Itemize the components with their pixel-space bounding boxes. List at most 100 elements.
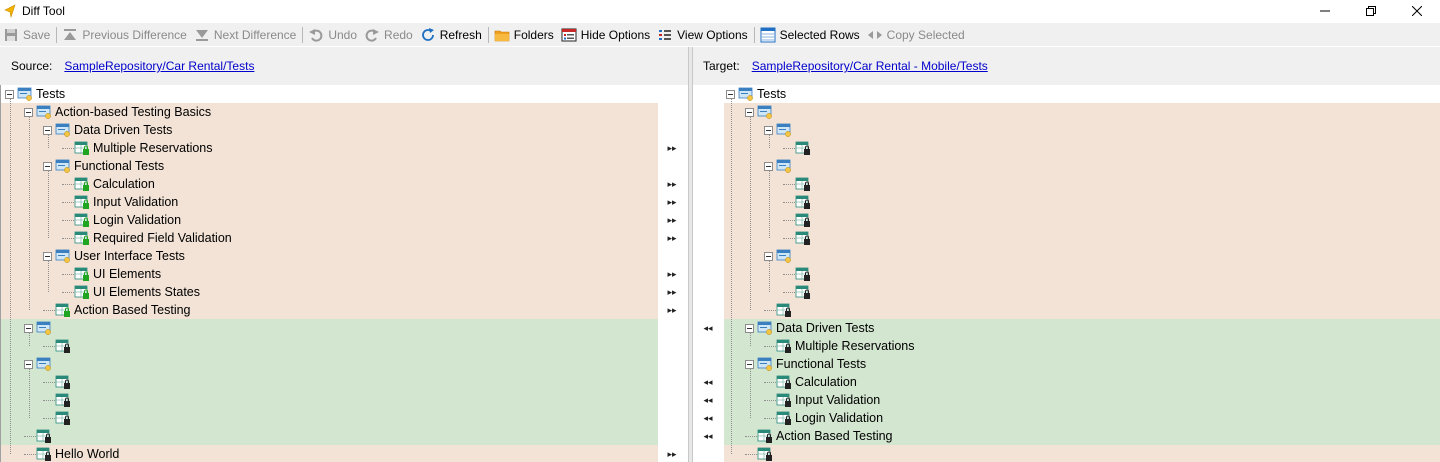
collapse-toggle-icon[interactable]	[764, 125, 773, 135]
tree-node-label: Calculation	[93, 177, 155, 191]
collapse-toggle-icon[interactable]	[43, 161, 52, 171]
copy-to-source-arrow-icon[interactable]: ◂◂	[701, 319, 715, 337]
tree-row[interactable]: Functional Tests	[724, 355, 1440, 373]
tree-row[interactable]: Login Validation	[1, 211, 658, 229]
copy-to-source-arrow-icon[interactable]: ◂◂	[701, 409, 715, 427]
tree-row[interactable]: Login Validation	[724, 409, 1440, 427]
view-options-button[interactable]: View Options	[654, 24, 751, 46]
tree-row[interactable]: UI Elements States	[1, 283, 658, 301]
copy-to-target-arrow-icon[interactable]: ▸▸	[665, 193, 679, 211]
tree-row[interactable]	[1, 391, 658, 409]
minimize-icon	[1320, 10, 1330, 12]
tree-node-label: Action-based Testing Basics	[55, 105, 212, 119]
target-tree[interactable]: Tests Data Driven Tests Multiple Reservati…	[724, 85, 1440, 462]
tree-row[interactable]: Action-based Testing Basics	[1, 103, 658, 121]
tree-row[interactable]: Data Driven Tests	[1, 121, 658, 139]
undo-button[interactable]: Undo	[305, 24, 361, 46]
tree-node: Action-based Testing Basics	[24, 103, 211, 121]
tree-row[interactable]	[1, 427, 658, 445]
collapse-toggle-icon[interactable]	[764, 251, 773, 261]
tree-row[interactable]	[724, 265, 1440, 283]
tree-row[interactable]	[724, 301, 1440, 319]
selected-rows-button[interactable]: Selected Rows	[757, 24, 864, 46]
save-button[interactable]: Save	[0, 24, 54, 46]
tree-connector	[43, 310, 55, 311]
tree-row[interactable]	[724, 157, 1440, 175]
redo-button[interactable]: Redo	[361, 24, 417, 46]
tree-row[interactable]: Hello World	[1, 445, 658, 462]
tree-row[interactable]	[724, 445, 1440, 462]
next-difference-button[interactable]: Next Difference	[191, 24, 300, 46]
tree-row[interactable]	[1, 337, 658, 355]
collapse-toggle-icon[interactable]	[43, 251, 52, 261]
tree-row[interactable]	[724, 121, 1440, 139]
tree-row[interactable]	[724, 139, 1440, 157]
source-tree[interactable]: Tests Action-based Testing Basics Data Dri…	[0, 85, 658, 462]
copy-to-target-arrow-icon[interactable]: ▸▸	[665, 445, 679, 462]
copy-to-source-arrow-icon[interactable]: ◂◂	[701, 427, 715, 445]
copy-to-source-arrow-icon[interactable]: ◂◂	[701, 391, 715, 409]
tree-row[interactable]: Functional Tests	[1, 157, 658, 175]
tree-row[interactable]: User Interface Tests	[1, 247, 658, 265]
copy-to-target-arrow-icon[interactable]: ▸▸	[665, 229, 679, 247]
collapse-toggle-icon[interactable]	[24, 359, 33, 369]
next-difference-label: Next Difference	[213, 27, 297, 42]
test-lock-icon	[36, 447, 51, 461]
tree-row[interactable]: Tests	[724, 85, 1440, 103]
tree-row[interactable]: Input Validation	[1, 193, 658, 211]
tree-row[interactable]: Tests	[1, 85, 658, 103]
folders-button[interactable]: Folders	[491, 24, 558, 46]
refresh-button[interactable]: Refresh	[417, 24, 486, 46]
refresh-icon	[421, 27, 434, 41]
tree-row[interactable]	[1, 355, 658, 373]
tree-row[interactable]	[724, 211, 1440, 229]
tree-row[interactable]: Data Driven Tests	[724, 319, 1440, 337]
test-lock-icon	[795, 285, 810, 299]
tree-row[interactable]	[1, 409, 658, 427]
copy-to-target-arrow-icon[interactable]: ▸▸	[665, 265, 679, 283]
restore-button[interactable]	[1348, 0, 1394, 22]
tree-row[interactable]	[724, 283, 1440, 301]
tree-row[interactable]	[1, 319, 658, 337]
collapse-toggle-icon[interactable]	[43, 125, 52, 135]
copy-to-target-arrow-icon[interactable]: ▸▸	[665, 139, 679, 157]
tree-row[interactable]: Calculation	[1, 175, 658, 193]
tree-row[interactable]	[724, 247, 1440, 265]
tree-row[interactable]: Required Field Validation	[1, 229, 658, 247]
tree-row[interactable]	[724, 193, 1440, 211]
tree-row[interactable]	[1, 373, 658, 391]
tree-row[interactable]: Input Validation	[724, 391, 1440, 409]
collapse-toggle-icon[interactable]	[745, 107, 754, 117]
tree-row[interactable]	[724, 175, 1440, 193]
tree-row[interactable]	[724, 103, 1440, 121]
target-path-link[interactable]: SampleRepository/Car Rental - Mobile/Tes…	[752, 59, 988, 73]
hide-options-button[interactable]: Hide Options	[558, 24, 654, 46]
view-options-icon	[659, 29, 672, 40]
tree-row[interactable]: Action Based Testing	[724, 427, 1440, 445]
tree-connector	[24, 436, 36, 437]
tree-row[interactable]	[724, 229, 1440, 247]
collapse-toggle-icon[interactable]	[745, 323, 754, 333]
collapse-toggle-icon[interactable]	[24, 107, 33, 117]
minimize-button[interactable]	[1302, 0, 1348, 22]
copy-to-target-arrow-icon[interactable]: ▸▸	[665, 211, 679, 229]
copy-to-target-arrow-icon[interactable]: ▸▸	[665, 301, 679, 319]
copy-to-target-arrow-icon[interactable]: ▸▸	[665, 175, 679, 193]
tree-row[interactable]: Multiple Reservations	[724, 337, 1440, 355]
previous-difference-button[interactable]: Previous Difference	[59, 24, 191, 46]
source-path-link[interactable]: SampleRepository/Car Rental/Tests	[64, 59, 254, 73]
tree-node-label: Required Field Validation	[93, 231, 232, 245]
tree-row[interactable]: Calculation	[724, 373, 1440, 391]
tree-row[interactable]: UI Elements	[1, 265, 658, 283]
copy-selected-button[interactable]: Copy Selected	[864, 24, 969, 46]
copy-to-target-arrow-icon[interactable]: ▸▸	[665, 283, 679, 301]
close-button[interactable]	[1394, 0, 1440, 22]
tree-row[interactable]: Action Based Testing	[1, 301, 658, 319]
collapse-toggle-icon[interactable]	[726, 89, 735, 99]
tree-row[interactable]: Multiple Reservations	[1, 139, 658, 157]
collapse-toggle-icon[interactable]	[5, 89, 14, 99]
collapse-toggle-icon[interactable]	[24, 323, 33, 333]
copy-to-source-arrow-icon[interactable]: ◂◂	[701, 373, 715, 391]
collapse-toggle-icon[interactable]	[745, 359, 754, 369]
collapse-toggle-icon[interactable]	[764, 161, 773, 171]
